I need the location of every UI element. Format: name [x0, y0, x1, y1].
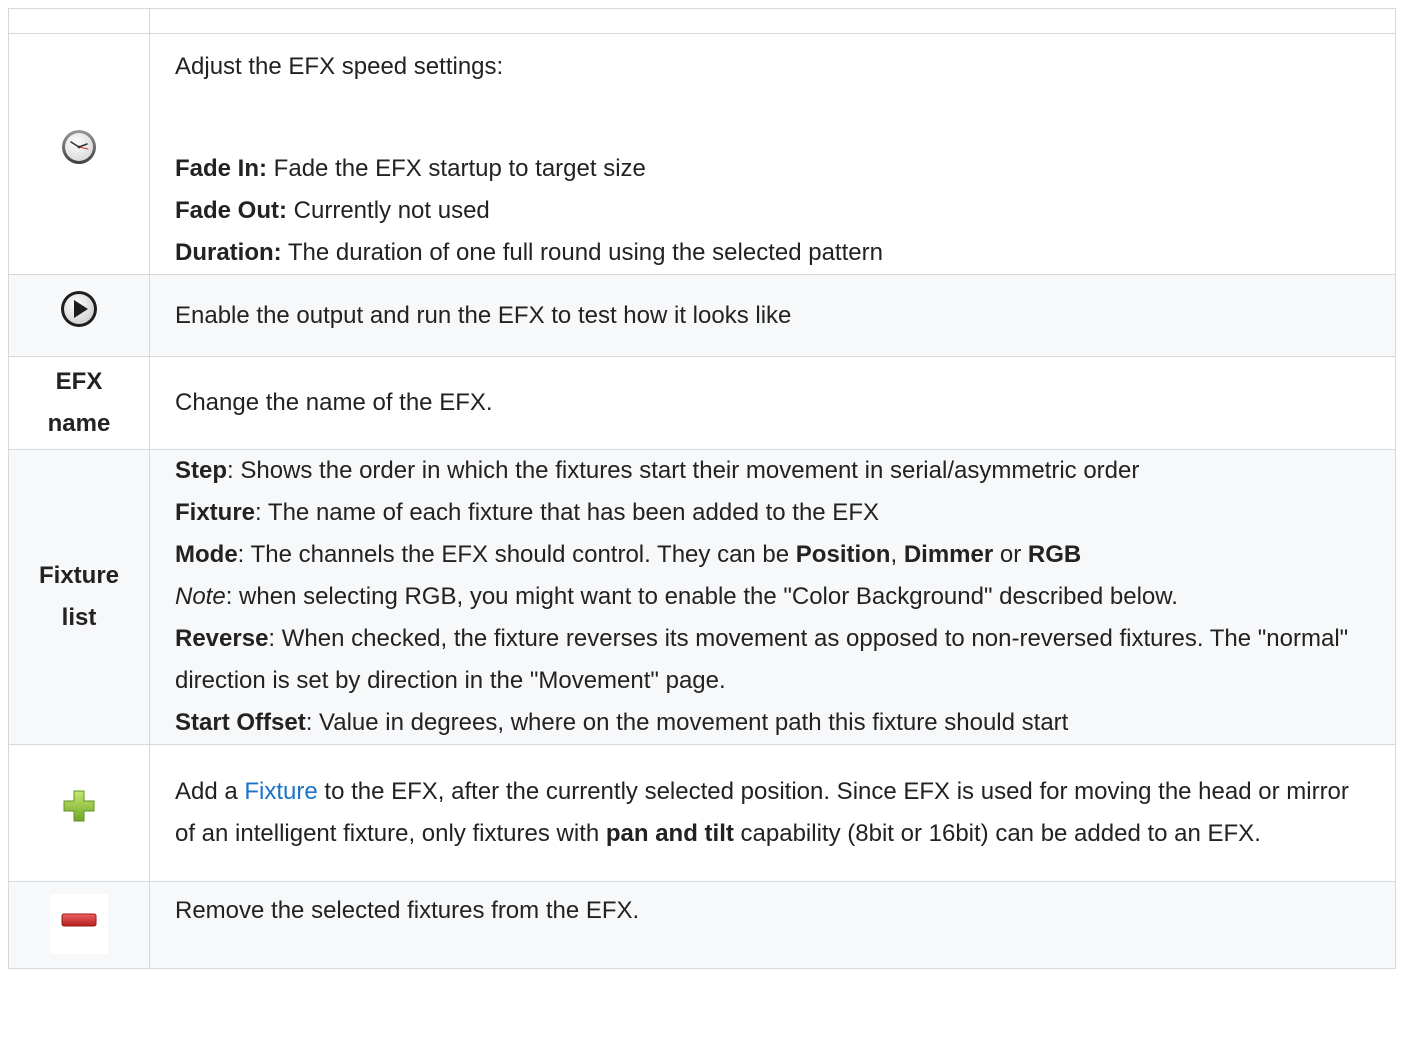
- add-description-cell: Add a Fixture to the EFX, after the curr…: [149, 744, 1396, 882]
- term-label: Fade In:: [175, 155, 268, 182]
- fixture-list-label-line2: list: [61, 604, 97, 631]
- add-text-before: Add a: [175, 778, 245, 805]
- remove-text: Remove the selected fixtures from the EF…: [175, 897, 640, 924]
- fixture-link[interactable]: Fixture: [244, 778, 317, 805]
- label-cell: EFX name: [8, 356, 150, 450]
- term-text: : The channels the EFX should control. T…: [237, 541, 796, 568]
- mode-option-dimmer: Dimmer: [903, 541, 994, 568]
- step-line: Step: Shows the order in which the fixtu…: [175, 450, 1371, 492]
- separator: or: [993, 541, 1028, 568]
- note-label: Note: [175, 583, 226, 610]
- efx-name-label-line2: name: [47, 410, 111, 437]
- icon-cell: [8, 744, 150, 882]
- term-text: : When checked, the fixture reverses its…: [175, 625, 1349, 694]
- note-text: : when selecting RGB, you might want to …: [225, 583, 1178, 610]
- term-text: Currently not used: [287, 197, 490, 224]
- term-label: Fade Out:: [175, 197, 287, 224]
- mode-option-position: Position: [795, 541, 891, 568]
- fixture-line: Fixture: The name of each fixture that h…: [175, 492, 1371, 534]
- speed-intro: Adjust the EFX speed settings:: [175, 53, 504, 80]
- icon-cell: [8, 881, 150, 969]
- table-row-remove: Remove the selected fixtures from the EF…: [8, 881, 1396, 969]
- note-line: Note: when selecting RGB, you might want…: [175, 576, 1371, 618]
- speed-description-cell: Adjust the EFX speed settings: Fade In: …: [149, 33, 1396, 275]
- mode-line: Mode: The channels the EFX should contro…: [175, 534, 1371, 576]
- clock-icon: [60, 128, 98, 180]
- add-text-after: capability (8bit or 16bit) can be added …: [733, 820, 1261, 847]
- speed-item-fade-out: Fade Out: Currently not used: [175, 190, 1371, 232]
- icon-cell: [8, 274, 150, 357]
- table-row-play: Enable the output and run the EFX to tes…: [8, 274, 1396, 357]
- start-offset-line: Start Offset: Value in degrees, where on…: [175, 702, 1371, 744]
- help-table: Adjust the EFX speed settings: Fade In: …: [8, 8, 1396, 969]
- term-label: Start Offset: [175, 709, 306, 736]
- table-row-add: Add a Fixture to the EFX, after the curr…: [8, 744, 1396, 882]
- play-description-cell: Enable the output and run the EFX to tes…: [149, 274, 1396, 357]
- term-text: : Shows the order in which the fixtures …: [227, 457, 1140, 484]
- empty-cell: [8, 8, 150, 34]
- term-label: Fixture: [175, 499, 256, 526]
- term-text: : The name of each fixture that has been…: [255, 499, 879, 526]
- term-text: The duration of one full round using the…: [281, 239, 883, 266]
- add-bold-text: pan and tilt: [605, 820, 734, 847]
- efx-name-label-line1: EFX: [55, 368, 103, 395]
- table-row-speed: Adjust the EFX speed settings: Fade In: …: [8, 33, 1396, 275]
- term-label: Step: [175, 457, 228, 484]
- table-row-fixture-list: Fixture list Step: Shows the order in wh…: [8, 449, 1396, 745]
- name-description-cell: Change the name of the EFX.: [149, 356, 1396, 450]
- play-icon: [59, 289, 99, 343]
- fixture-list-description-cell: Step: Shows the order in which the fixtu…: [149, 449, 1396, 745]
- term-label: Reverse: [175, 625, 269, 652]
- speed-item-duration: Duration: The duration of one full round…: [175, 232, 1371, 274]
- plus-icon: [62, 789, 96, 837]
- mode-option-rgb: RGB: [1027, 541, 1082, 568]
- term-text: : Value in degrees, where on the movemen…: [305, 709, 1069, 736]
- term-label: Duration:: [175, 239, 282, 266]
- term-text: Fade the EFX startup to target size: [267, 155, 646, 182]
- table-row-top: [8, 8, 1396, 34]
- separator: ,: [890, 541, 904, 568]
- remove-description-cell: Remove the selected fixtures from the EF…: [149, 881, 1396, 969]
- label-cell: Fixture list: [8, 449, 150, 745]
- reverse-line: Reverse: When checked, the fixture rever…: [175, 618, 1371, 702]
- icon-cell: [8, 33, 150, 275]
- term-label: Mode: [175, 541, 238, 568]
- speed-item-fade-in: Fade In: Fade the EFX startup to target …: [175, 148, 1371, 190]
- minus-icon: [50, 894, 108, 954]
- fixture-list-label-line1: Fixture: [38, 562, 119, 589]
- table-row-name: EFX name Change the name of the EFX.: [8, 356, 1396, 450]
- empty-cell: [149, 8, 1396, 34]
